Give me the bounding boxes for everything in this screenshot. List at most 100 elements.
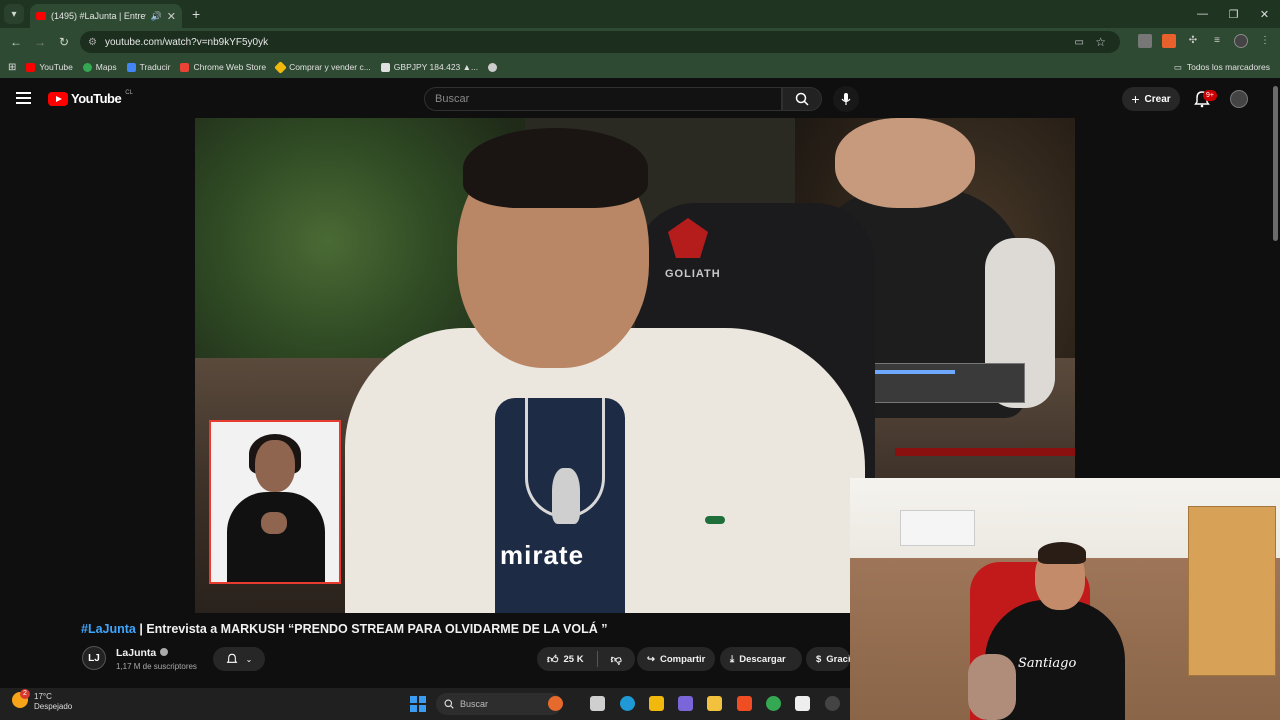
- search-input[interactable]: Buscar: [424, 87, 782, 111]
- youtube-icon: [26, 62, 36, 72]
- chrome-icon[interactable]: [766, 696, 781, 711]
- weather-sun-icon: [12, 689, 30, 708]
- media-icon[interactable]: ≡: [1210, 34, 1224, 48]
- task-view-icon[interactable]: [590, 696, 605, 711]
- speaker-icon[interactable]: 🔊: [151, 11, 162, 22]
- streamer-hair: [1038, 542, 1086, 564]
- thumbs-down-icon[interactable]: 👎︎: [611, 653, 622, 666]
- microphone-icon: [841, 93, 851, 105]
- close-window-button[interactable]: ✕: [1249, 0, 1280, 28]
- obs-icon[interactable]: [825, 696, 840, 711]
- thanks-label: Gracias: [826, 653, 850, 665]
- youtube-header: YouTube CL Buscar + Crear: [0, 80, 1280, 118]
- file-explorer-icon[interactable]: [707, 696, 722, 711]
- fox-extension-icon[interactable]: [1162, 34, 1176, 48]
- bookmark-globe[interactable]: [488, 62, 498, 72]
- address-bar[interactable]: ⚙ youtube.com/watch?v=nb9kYF5y0yk ▭ ☆: [80, 31, 1120, 53]
- apps-grid-icon[interactable]: ⊞: [8, 62, 16, 73]
- translate-icon: [126, 62, 136, 72]
- channel-name-text[interactable]: LaJunta: [116, 647, 156, 659]
- new-tab-button[interactable]: +: [192, 6, 200, 22]
- chair-brand-text: GOLIATH: [665, 268, 721, 280]
- bookmark-label: YouTube: [39, 62, 73, 72]
- account-avatar[interactable]: [1230, 90, 1248, 108]
- create-label: Crear: [1144, 93, 1171, 105]
- profile-avatar-icon[interactable]: [1234, 34, 1248, 48]
- cast-icon[interactable]: ▭: [1075, 37, 1084, 48]
- streamer-tee-logo: Santiago: [1018, 656, 1077, 671]
- create-button[interactable]: + Crear: [1122, 87, 1180, 111]
- interpreter-hands: [261, 512, 287, 534]
- bookmark-maps[interactable]: Maps: [82, 62, 117, 72]
- subscription-notifications-button[interactable]: ⌄: [213, 647, 265, 671]
- subscriber-count: 1,17 M de suscriptores: [116, 662, 197, 671]
- binance-icon[interactable]: [649, 696, 664, 711]
- temperature: 17°C: [34, 692, 52, 701]
- weather-condition: Despejado: [34, 702, 73, 711]
- tradingview-icon[interactable]: [795, 696, 810, 711]
- tab-search-icon[interactable]: ▾: [4, 4, 24, 24]
- bookmark-translate[interactable]: Traducir: [126, 62, 171, 72]
- bookmark-label: Traducir: [139, 62, 171, 72]
- maximize-button[interactable]: ❐: [1218, 0, 1249, 28]
- all-bookmarks[interactable]: ▭ Todos los marcadores: [1174, 62, 1270, 73]
- binance-icon: [274, 60, 287, 74]
- share-arrow-icon: ↪: [647, 653, 655, 665]
- bookmark-label: GBPJPY 184.423 ▲...: [393, 62, 479, 72]
- bookmark-gbpjpy[interactable]: GBPJPY 184.423 ▲...: [380, 62, 479, 72]
- hamburger-menu-icon[interactable]: [16, 92, 31, 104]
- channel-avatar[interactable]: LJ: [82, 646, 106, 670]
- browser-toolbar: ← → ↻ ⚙ youtube.com/watch?v=nb9kYF5y0yk …: [0, 28, 1280, 56]
- tab-youtube-video[interactable]: (1495) #LaJunta | Entrevista 🔊 ✕: [30, 4, 182, 28]
- chevron-down-icon: ⌄: [245, 654, 253, 664]
- site-info-icon[interactable]: ⚙: [88, 37, 97, 48]
- interpreter-body: [227, 492, 325, 582]
- brave-icon[interactable]: [737, 696, 752, 711]
- extensions-area: ✣ ≡ ⋮: [1138, 34, 1272, 48]
- search-button[interactable]: [782, 87, 822, 111]
- dj-mixer: [865, 363, 1025, 403]
- weather-widget[interactable]: 17°C Despejado: [12, 689, 73, 712]
- settings-icon[interactable]: [678, 696, 693, 711]
- windows-start-icon[interactable]: [410, 696, 426, 712]
- video-title: #LaJunta | Entrevista a MARKUSH “PRENDO …: [81, 622, 608, 636]
- youtube-play-icon: [48, 91, 68, 106]
- search-icon: [795, 92, 809, 106]
- download-label: Descargar: [739, 653, 786, 665]
- bookmark-label: Maps: [95, 62, 117, 72]
- download-button[interactable]: ⤓ Descargar: [720, 647, 802, 671]
- bookmark-binance[interactable]: Comprar y vender c...: [274, 60, 371, 74]
- menu-kebab-icon[interactable]: ⋮: [1258, 34, 1272, 48]
- puzzle-icon[interactable]: ✣: [1186, 34, 1200, 48]
- bookmark-star-icon[interactable]: ☆: [1095, 35, 1106, 49]
- thanks-button[interactable]: $ Gracias: [806, 647, 850, 671]
- video-hashtag[interactable]: #LaJunta: [81, 622, 136, 636]
- voice-search-button[interactable]: [833, 86, 859, 112]
- edge-icon[interactable]: [620, 696, 635, 711]
- extension-icon[interactable]: [1138, 34, 1152, 48]
- shirt-print: mirate: [500, 540, 585, 570]
- webcam-wardrobe: [1188, 506, 1276, 676]
- taskbar-app-icon[interactable]: [548, 696, 563, 711]
- pendant: [552, 468, 580, 524]
- forward-icon[interactable]: →: [28, 35, 52, 49]
- like-count[interactable]: 25 K: [564, 654, 584, 665]
- channel-name[interactable]: LaJunta: [116, 647, 169, 659]
- back-icon[interactable]: ←: [4, 35, 28, 49]
- thumbs-up-icon[interactable]: 👍︎: [547, 653, 559, 666]
- bookmark-youtube[interactable]: YouTube: [26, 62, 73, 72]
- browser-tab-bar: ▾ (1495) #LaJunta | Entrevista 🔊 ✕ + — ❐…: [0, 0, 1280, 28]
- minimize-button[interactable]: —: [1187, 0, 1218, 28]
- region-code: CL: [125, 89, 133, 96]
- webcam-desk: [900, 510, 975, 546]
- taskbar-search[interactable]: Buscar: [436, 693, 562, 715]
- page-scrollbar[interactable]: [1273, 86, 1278, 241]
- close-tab-icon[interactable]: ✕: [167, 10, 176, 23]
- video-title-text: | Entrevista a MARKUSH “PRENDO STREAM PA…: [135, 622, 608, 636]
- youtube-logo[interactable]: YouTube CL: [48, 89, 133, 106]
- reload-icon[interactable]: ↻: [52, 35, 76, 49]
- url-text[interactable]: youtube.com/watch?v=nb9kYF5y0yk: [105, 37, 268, 48]
- share-button[interactable]: ↪ Compartir: [637, 647, 715, 671]
- bookmark-chrome-web-store[interactable]: Chrome Web Store: [180, 62, 266, 72]
- web-store-icon: [180, 62, 190, 72]
